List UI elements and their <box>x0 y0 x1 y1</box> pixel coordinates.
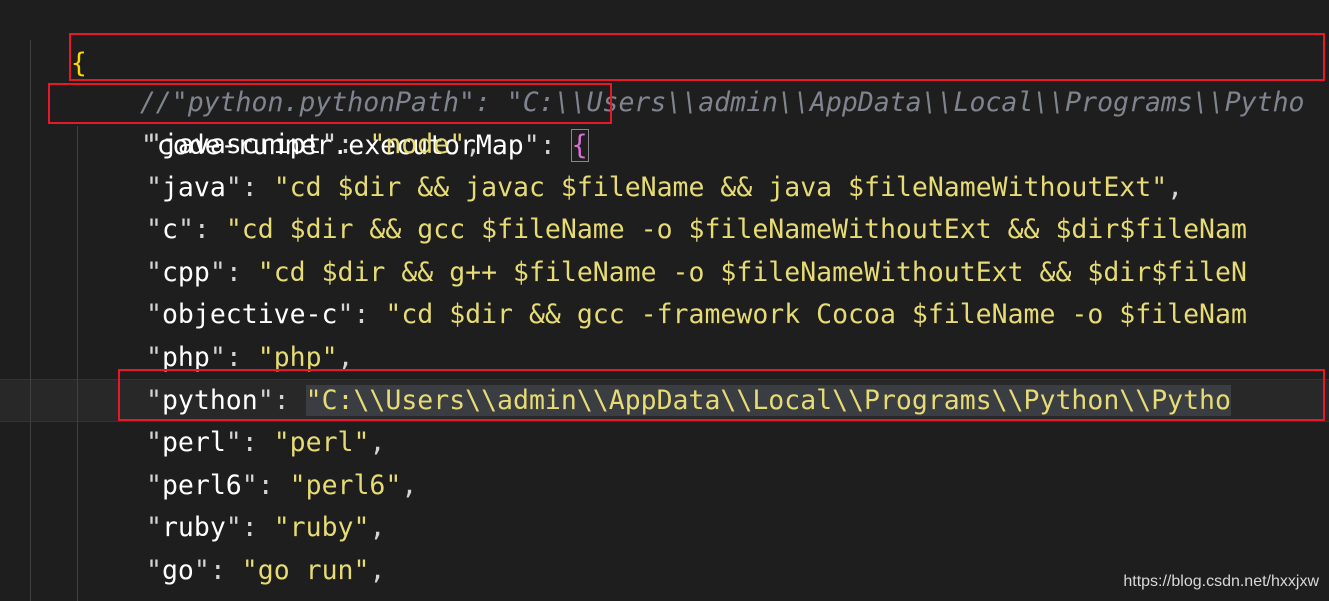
code-line-javascript[interactable]: "javascript": "node", <box>146 124 481 167</box>
entry-key: c <box>161 214 178 246</box>
code-line-cpp[interactable]: "cpp": "cd $dir && g++ $fileName -o $fil… <box>146 252 1247 295</box>
entry-value: perl6 <box>305 469 386 501</box>
entry-trailing-comma: , <box>369 555 386 586</box>
entry-trailing-comma: , <box>401 469 418 501</box>
entry-trailing-comma: , <box>1167 171 1184 203</box>
entry-key: ruby <box>161 512 226 544</box>
entry-value: node <box>385 129 450 160</box>
code-line-perl[interactable]: "perl": "perl", <box>146 422 385 465</box>
code-line-ruby[interactable]: "ruby": "ruby", <box>146 507 385 550</box>
code-line-java[interactable]: "java": "cd $dir && javac $fileName && j… <box>146 167 1183 210</box>
entry-key: objective-c <box>161 299 338 331</box>
code-line-c[interactable]: "c": "cd $dir && gcc $fileName -o $fileN… <box>146 209 1247 252</box>
highlight-box-comment <box>69 33 1325 81</box>
entry-value: cd $dir && gcc -framework Cocoa $fileNam… <box>401 299 1247 331</box>
entry-trailing-comma: , <box>369 512 386 544</box>
entry-key: javascript <box>161 129 322 160</box>
code-line-objective-c[interactable]: "objective-c": "cd $dir && gcc -framewor… <box>146 294 1247 337</box>
entry-key: go <box>161 555 194 586</box>
entry-value: cd $dir && gcc $fileName -o $fileNameWit… <box>241 214 1247 246</box>
highlight-box-executor-map <box>48 83 612 124</box>
entry-key: java <box>161 171 226 203</box>
code-editor[interactable]: { //"python.pythonPath": "C:\\Users\\adm… <box>0 0 1329 601</box>
entry-value: go run <box>257 555 354 586</box>
entry-value: cd $dir && g++ $fileName -o $fileNameWit… <box>273 256 1247 288</box>
code-line-perl6[interactable]: "perl6": "perl6", <box>146 465 417 508</box>
entry-key: cpp <box>161 256 210 288</box>
watermark: https://blog.csdn.net/hxxjxw <box>1123 573 1319 590</box>
entry-key: perl <box>161 427 226 459</box>
entry-key: perl6 <box>161 469 242 501</box>
entry-trailing-comma: , <box>465 129 482 160</box>
highlight-box-python <box>118 369 1325 421</box>
code-line-go[interactable]: "go": "go run", <box>146 550 385 593</box>
entry-value: cd $dir && javac $fileName && java $file… <box>289 171 1152 203</box>
executor-map-brace: { <box>570 128 589 162</box>
entry-value: perl <box>289 427 354 459</box>
entry-value: ruby <box>289 512 354 544</box>
entry-trailing-comma: , <box>369 427 386 459</box>
